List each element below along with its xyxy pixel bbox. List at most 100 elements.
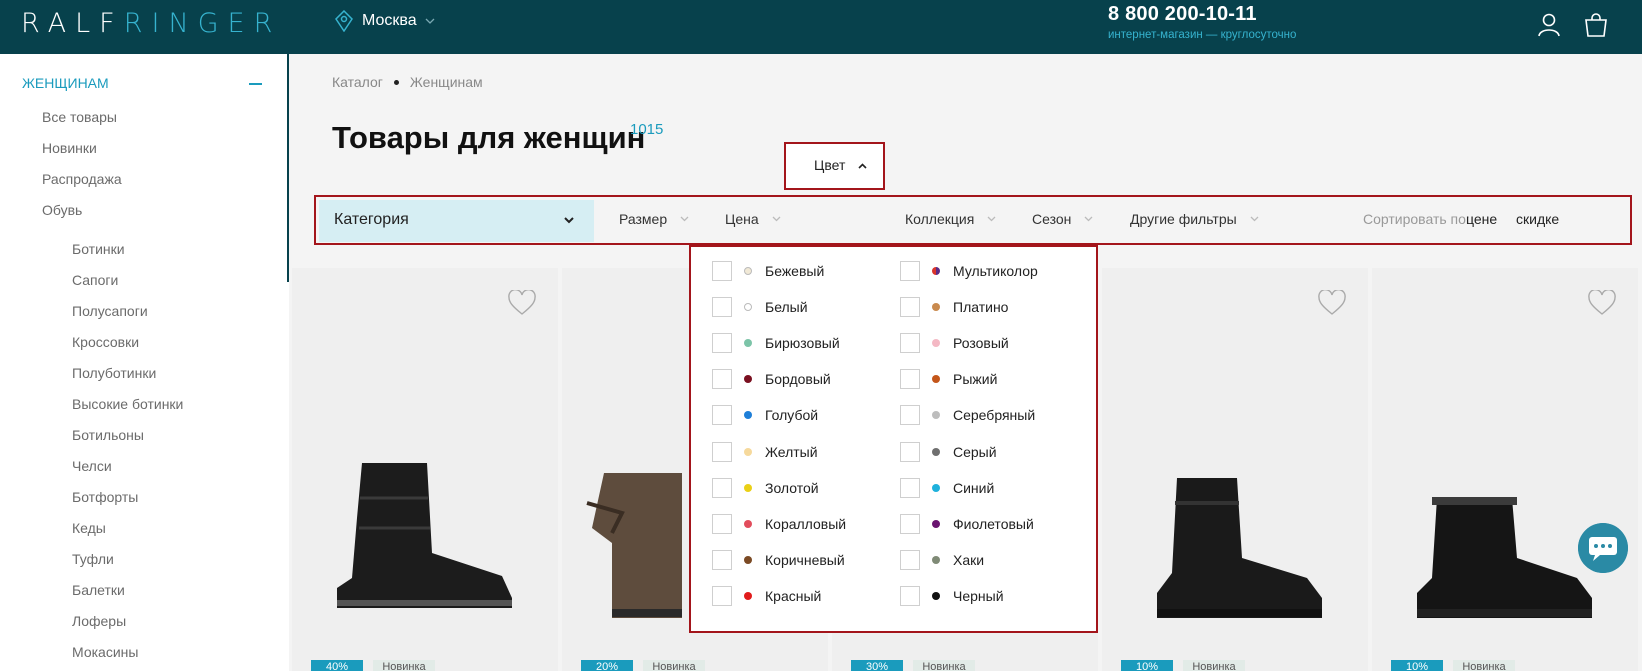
- heart-favorite-icon[interactable]: [508, 290, 536, 316]
- chat-support-icon[interactable]: [1578, 523, 1628, 573]
- color-option[interactable]: Серебряный: [900, 405, 1035, 426]
- phone-number[interactable]: 8 800 200-10-11: [1108, 3, 1257, 26]
- sort-by-price[interactable]: цене: [1466, 211, 1497, 227]
- color-option[interactable]: Золотой: [712, 477, 819, 498]
- category-filter[interactable]: Категория: [319, 200, 594, 242]
- color-option[interactable]: Черный: [900, 585, 1004, 606]
- color-option[interactable]: Синий: [900, 477, 994, 498]
- color-option[interactable]: Серый: [900, 441, 997, 462]
- color-option[interactable]: Мультиколор: [900, 261, 1038, 281]
- color-option-label: Черный: [953, 587, 1004, 604]
- site-logo[interactable]: RALFRINGER: [21, 9, 281, 39]
- sidebar-item-boots[interactable]: Ботинки: [72, 241, 125, 257]
- color-swatch-icon: [744, 339, 752, 348]
- color-option[interactable]: Рыжий: [900, 369, 997, 390]
- color-option[interactable]: Коралловый: [712, 513, 847, 534]
- size-filter[interactable]: Размер: [619, 211, 689, 227]
- color-checkbox[interactable]: [712, 549, 732, 570]
- color-swatch-icon: [932, 591, 940, 600]
- chevron-down-icon: [987, 216, 996, 222]
- sidebar-item-chelsea[interactable]: Челси: [72, 458, 112, 474]
- breadcrumb-catalog[interactable]: Каталог: [332, 74, 383, 90]
- color-option[interactable]: Белый: [712, 297, 808, 318]
- product-card[interactable]: 40% Новинка: [292, 268, 558, 671]
- product-card[interactable]: 10% Новинка: [1372, 268, 1638, 671]
- season-filter[interactable]: Сезон: [1032, 211, 1093, 227]
- color-option-label: Коралловый: [765, 515, 847, 532]
- heart-favorite-icon[interactable]: [1588, 290, 1616, 316]
- color-checkbox[interactable]: [900, 333, 920, 354]
- chevron-down-icon: [772, 216, 781, 222]
- color-option-label: Золотой: [765, 479, 819, 496]
- collection-filter[interactable]: Коллекция: [905, 211, 996, 227]
- sidebar-section-women[interactable]: ЖЕНЩИНАМ: [22, 75, 109, 91]
- sidebar-item-high-boots[interactable]: Сапоги: [72, 272, 118, 288]
- heart-favorite-icon[interactable]: [1318, 290, 1346, 316]
- color-option-label: Серый: [953, 443, 997, 460]
- color-checkbox[interactable]: [900, 549, 920, 570]
- sidebar-item-heels[interactable]: Туфли: [72, 551, 114, 567]
- color-checkbox[interactable]: [712, 477, 732, 498]
- sidebar-item-thigh-boots[interactable]: Ботфорты: [72, 489, 138, 505]
- sidebar-item-ballet-flats[interactable]: Балетки: [72, 582, 125, 598]
- sort-by-discount[interactable]: скидке: [1516, 211, 1559, 227]
- breadcrumb-women[interactable]: Женщинам: [410, 74, 483, 90]
- color-swatch-icon: [744, 591, 752, 600]
- sidebar-item-shoes[interactable]: Обувь: [42, 202, 82, 218]
- color-checkbox[interactable]: [900, 297, 920, 318]
- cart-bag-icon[interactable]: [1583, 12, 1609, 38]
- sidebar-item-new[interactable]: Новинки: [42, 140, 97, 156]
- color-checkbox[interactable]: [900, 261, 920, 281]
- sidebar-item-sale[interactable]: Распродажа: [42, 171, 122, 187]
- sidebar-item-half-boots[interactable]: Полусапоги: [72, 303, 148, 319]
- sidebar-item-moccasins[interactable]: Мокасины: [72, 644, 138, 660]
- color-checkbox[interactable]: [900, 441, 920, 462]
- color-checkbox[interactable]: [900, 585, 920, 606]
- color-option[interactable]: Бордовый: [712, 369, 831, 390]
- phone-subtitle: интернет-магазин — круглосуточно: [1108, 29, 1297, 41]
- color-checkbox[interactable]: [712, 297, 732, 318]
- sidebar-item-loafers[interactable]: Лоферы: [72, 613, 126, 629]
- sidebar-item-low-boots[interactable]: Полуботинки: [72, 365, 156, 381]
- color-option[interactable]: Коричневый: [712, 549, 845, 570]
- site-header: RALFRINGER Москва 8 800 200-10-11 интерн…: [0, 0, 1642, 54]
- sidebar-item-sneakers[interactable]: Кроссовки: [72, 334, 139, 350]
- color-option[interactable]: Голубой: [712, 405, 818, 426]
- color-checkbox[interactable]: [712, 441, 732, 462]
- color-checkbox[interactable]: [712, 333, 732, 354]
- color-option[interactable]: Платино: [900, 297, 1008, 318]
- color-checkbox[interactable]: [900, 405, 920, 426]
- color-swatch-icon: [932, 267, 940, 275]
- color-checkbox[interactable]: [712, 585, 732, 606]
- sidebar-item-tall-boots[interactable]: Высокие ботинки: [72, 396, 183, 412]
- color-option[interactable]: Фиолетовый: [900, 513, 1034, 534]
- user-icon[interactable]: [1536, 12, 1562, 38]
- product-count: 1015: [630, 121, 664, 138]
- color-filter[interactable]: Цвет: [784, 142, 885, 190]
- color-option-label: Бежевый: [765, 263, 825, 279]
- color-checkbox[interactable]: [712, 261, 732, 281]
- color-checkbox[interactable]: [900, 369, 920, 390]
- color-swatch-icon: [744, 555, 752, 564]
- color-swatch-icon: [744, 483, 752, 492]
- color-checkbox[interactable]: [712, 369, 732, 390]
- color-checkbox[interactable]: [900, 513, 920, 534]
- color-option[interactable]: Красный: [712, 585, 821, 606]
- color-checkbox[interactable]: [900, 477, 920, 498]
- sidebar-item-all[interactable]: Все товары: [42, 109, 117, 125]
- color-checkbox[interactable]: [712, 513, 732, 534]
- color-checkbox[interactable]: [712, 405, 732, 426]
- color-option[interactable]: Бежевый: [712, 261, 824, 281]
- collapse-minus-icon[interactable]: [249, 83, 262, 85]
- color-option[interactable]: Хаки: [900, 549, 984, 570]
- color-swatch-icon: [744, 411, 752, 420]
- price-filter[interactable]: Цена: [725, 211, 781, 227]
- other-filters[interactable]: Другие фильтры: [1130, 211, 1259, 227]
- product-card[interactable]: 10% Новинка: [1102, 268, 1368, 671]
- sidebar-item-keds[interactable]: Кеды: [72, 520, 106, 536]
- color-option[interactable]: Розовый: [900, 333, 1009, 354]
- city-selector[interactable]: Москва: [334, 10, 435, 32]
- sidebar-item-ankle-boots[interactable]: Ботильоны: [72, 427, 144, 443]
- color-option[interactable]: Бирюзовый: [712, 333, 840, 354]
- color-option[interactable]: Желтый: [712, 441, 818, 462]
